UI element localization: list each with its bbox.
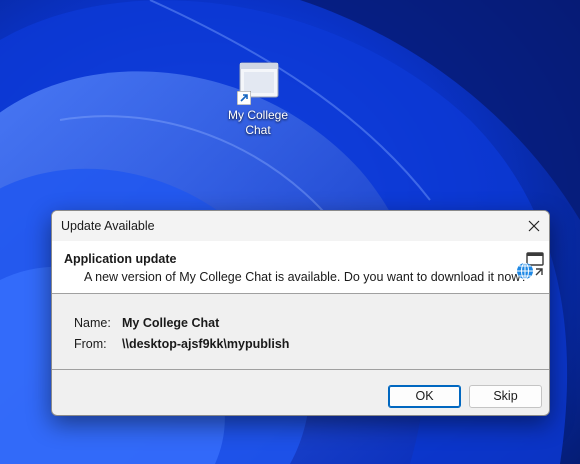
from-label: From: [74,337,107,351]
shortcut-caption: My College Chat [227,108,289,137]
skip-button[interactable]: Skip [469,385,542,408]
dialog-titlebar: Update Available [52,211,549,241]
name-value: My College Chat [122,316,220,330]
from-value: \\desktop-ajsf9kk\mypublish [122,337,290,351]
dialog-header: Application update A new version of My C… [52,241,549,294]
shortcut-arrow-icon [237,91,251,105]
close-icon [528,220,540,232]
close-button[interactable] [519,211,549,241]
dialog-details: Name: My College Chat From: \\desktop-aj… [52,294,549,370]
dialog-title: Update Available [61,219,155,233]
application-window-icon [237,62,279,105]
desktop-shortcut-my-college-chat[interactable]: My College Chat [222,62,294,138]
ok-button[interactable]: OK [388,385,461,408]
globe-update-icon [517,252,544,280]
header-message: A new version of My College Chat is avai… [84,270,528,284]
update-available-dialog: Update Available Application update A ne… [51,210,550,416]
name-label: Name: [74,316,111,330]
header-title: Application update [64,252,177,266]
